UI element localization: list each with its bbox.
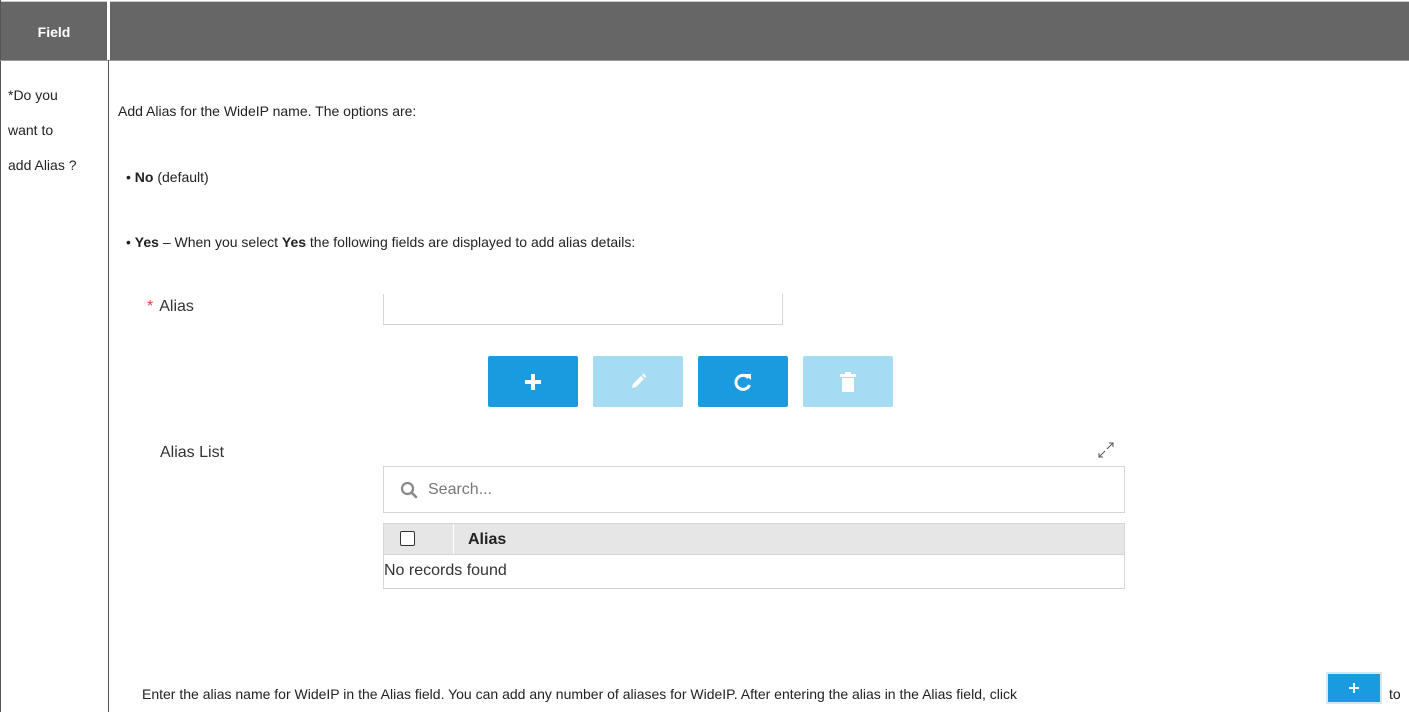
plus-icon	[1349, 683, 1359, 693]
search-input[interactable]: Search...	[383, 466, 1125, 513]
inline-add-button-image	[1326, 672, 1382, 704]
option-yes-bold-2: Yes	[281, 234, 307, 250]
field-name-cell: *Do you want to add Alias ?	[8, 78, 106, 183]
row-border	[0, 60, 1409, 61]
search-icon	[400, 481, 418, 498]
plus-icon	[525, 373, 541, 390]
alias-grid-body: No records found	[383, 554, 1125, 589]
header-description	[110, 1, 1409, 61]
table-left-border	[0, 0, 1, 712]
field-label-line: want to	[8, 122, 54, 138]
select-all-checkbox[interactable]	[400, 531, 415, 546]
alias-column-header[interactable]: Alias	[468, 531, 506, 549]
bullet-dot: •	[126, 234, 135, 250]
option-no-text: (default)	[153, 169, 209, 185]
pencil-icon	[632, 373, 647, 388]
footer-instruction: Enter the alias name for WideIP in the A…	[142, 686, 1017, 702]
option-no: • No (default)	[126, 169, 209, 185]
required-asterisk: *	[147, 298, 154, 315]
column-separator	[453, 524, 454, 554]
option-yes: • Yes – When you select Yes the followin…	[126, 234, 635, 250]
field-description-table: Field *Do you want to add Alias ? Add Al…	[0, 0, 1409, 712]
alias-field-label: * Alias	[147, 298, 194, 316]
search-placeholder: Search...	[428, 480, 493, 498]
delete-button[interactable]	[803, 356, 893, 407]
empty-message: No records found	[384, 562, 507, 579]
refresh-icon	[734, 373, 751, 391]
alias-label-text: Alias	[159, 298, 194, 315]
option-yes-mid: – When you select	[158, 234, 282, 250]
field-label-line: add Alias ?	[8, 157, 77, 173]
header-field: Field	[1, 1, 107, 61]
alias-grid-header: Alias	[383, 523, 1125, 555]
description-intro: Add Alias for the WideIP name. The optio…	[118, 103, 417, 119]
field-label-line: *Do you	[8, 87, 58, 103]
column-divider	[108, 60, 109, 712]
alias-input[interactable]	[383, 294, 783, 325]
add-button[interactable]	[488, 356, 578, 407]
alias-list-label: Alias List	[160, 444, 225, 461]
trash-icon	[840, 371, 856, 392]
option-yes-text: the following fields are displayed to ad…	[306, 234, 636, 250]
edit-button[interactable]	[593, 356, 683, 407]
option-yes-bold: Yes	[134, 234, 159, 250]
expand-icon[interactable]	[1097, 441, 1115, 459]
bullet-dot: •	[126, 169, 135, 185]
option-no-bold: No	[134, 169, 154, 185]
footer-continuation: to	[1389, 686, 1401, 702]
refresh-button[interactable]	[698, 356, 788, 407]
